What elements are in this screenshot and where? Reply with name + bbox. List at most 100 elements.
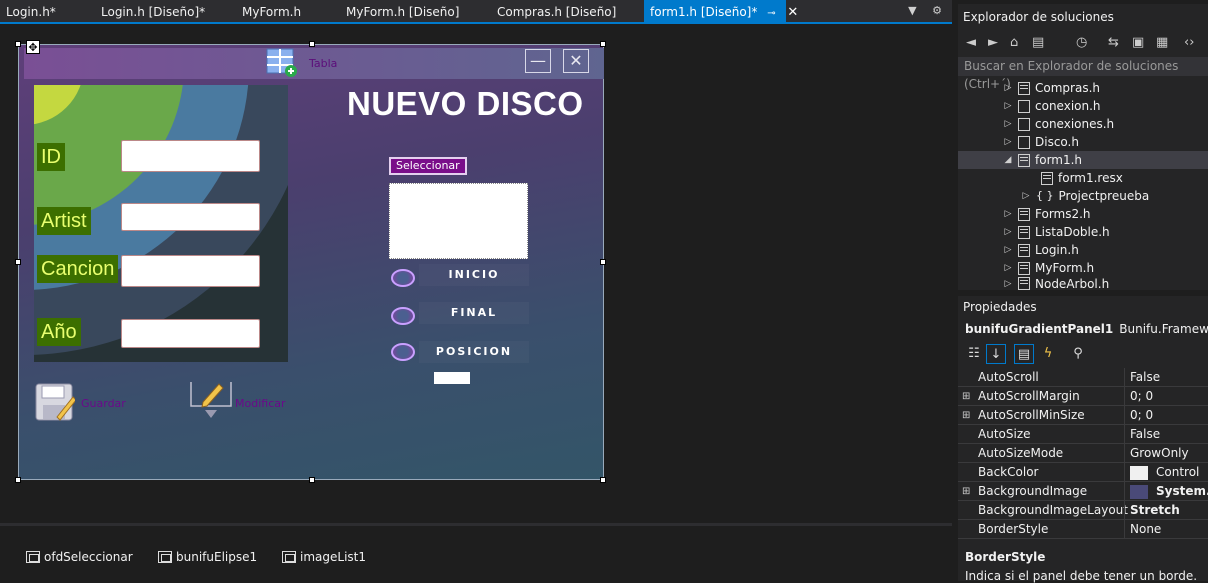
tree-item-nodearbol[interactable]: ▷ NodeArbol.h bbox=[1003, 277, 1109, 290]
tray-item-imagelist1[interactable]: imageList1 bbox=[282, 550, 366, 564]
property-pages-icon[interactable]: ⚲ bbox=[1068, 344, 1088, 364]
tree-item-login[interactable]: ▷ Login.h bbox=[1003, 241, 1079, 259]
tree-item-compras[interactable]: ▷ Compras.h bbox=[1003, 79, 1100, 97]
edit-icon[interactable] bbox=[189, 380, 233, 422]
close-button[interactable]: ✕ bbox=[563, 49, 589, 73]
sync-icon[interactable]: ⇆ bbox=[1108, 35, 1119, 50]
expand-icon[interactable]: ▷ bbox=[1003, 259, 1013, 277]
categorized-icon[interactable]: ☷ bbox=[964, 344, 984, 364]
expand-icon[interactable]: ⊞ bbox=[962, 406, 972, 425]
property-row[interactable]: BorderStyle None bbox=[958, 520, 1208, 539]
expand-icon[interactable]: ▷ bbox=[1003, 115, 1013, 133]
expand-icon[interactable]: ▷ bbox=[1003, 277, 1013, 290]
form-design-panel[interactable]: Tabla — ✕ ID Artist Cancion Año NUEVO DI… bbox=[18, 44, 604, 480]
expand-icon[interactable]: ▷ bbox=[1003, 205, 1013, 223]
resize-handle[interactable] bbox=[15, 477, 21, 483]
property-value[interactable]: None bbox=[1130, 520, 1161, 539]
tree-item-forms2[interactable]: ▷ Forms2.h bbox=[1003, 205, 1091, 223]
property-row[interactable]: ⊞ AutoScrollMinSize 0; 0 bbox=[958, 406, 1208, 425]
ano-input[interactable] bbox=[121, 319, 260, 348]
resize-handle[interactable] bbox=[600, 41, 606, 47]
tray-item-bunifuelipse1[interactable]: bunifuElipse1 bbox=[158, 550, 257, 564]
property-value[interactable]: Stretch bbox=[1130, 501, 1180, 520]
cancion-input[interactable] bbox=[121, 255, 260, 287]
final-label[interactable]: FINAL bbox=[419, 302, 529, 324]
expand-icon[interactable]: ⊞ bbox=[962, 482, 972, 501]
property-value[interactable]: Control bbox=[1130, 463, 1199, 482]
seleccionar-button[interactable]: Seleccionar bbox=[389, 157, 467, 175]
save-icon[interactable] bbox=[35, 383, 75, 423]
expand-icon[interactable]: ▷ bbox=[1003, 79, 1013, 97]
tab-form1-design[interactable]: form1.h [Diseño]* ⊸ ✕ bbox=[644, 0, 798, 24]
property-value[interactable]: 0; 0 bbox=[1130, 387, 1153, 406]
close-tab-icon[interactable]: ✕ bbox=[787, 5, 798, 20]
property-value[interactable]: System.D bbox=[1130, 482, 1208, 501]
property-value[interactable]: False bbox=[1130, 368, 1160, 387]
tab-compras-design[interactable]: Compras.h [Diseño] bbox=[497, 0, 616, 24]
resize-handle[interactable] bbox=[15, 259, 21, 265]
move-handle-icon[interactable]: ✥ bbox=[26, 40, 40, 54]
property-value[interactable]: False bbox=[1130, 425, 1160, 444]
property-row[interactable]: ⊞ BackgroundImage System.D bbox=[958, 482, 1208, 501]
back-icon[interactable]: ◄ bbox=[966, 35, 976, 50]
property-row[interactable]: BackgroundImageLayout Stretch bbox=[958, 501, 1208, 520]
tree-item-conexiones[interactable]: ▷ conexiones.h bbox=[1003, 115, 1115, 133]
property-row[interactable]: AutoSize False bbox=[958, 425, 1208, 444]
inicio-label[interactable]: INICIO bbox=[419, 264, 529, 286]
tree-item-projectpreueba[interactable]: ▷ { } Projectpreueba bbox=[1021, 187, 1150, 205]
id-input[interactable] bbox=[121, 140, 260, 172]
expand-icon[interactable]: ⊞ bbox=[962, 387, 972, 406]
tree-item-form1-resx[interactable]: form1.resx bbox=[1041, 169, 1123, 187]
properties-object-selector[interactable]: bunifuGradientPanel1 Bunifu.Framework.UI. bbox=[965, 322, 1208, 336]
alphabetical-icon[interactable]: ↓ bbox=[986, 344, 1006, 364]
expand-icon[interactable]: ▷ bbox=[1021, 187, 1031, 205]
table-add-icon[interactable] bbox=[265, 47, 297, 77]
tab-myform-h[interactable]: MyForm.h bbox=[242, 0, 301, 24]
tab-login-h[interactable]: Login.h* bbox=[6, 0, 56, 24]
expand-icon[interactable]: ▷ bbox=[1003, 223, 1013, 241]
forward-icon[interactable]: ► bbox=[988, 35, 998, 50]
resize-handle[interactable] bbox=[309, 477, 315, 483]
properties-icon[interactable]: ▦ bbox=[1156, 35, 1168, 50]
tray-item-ofdseleccionar[interactable]: ofdSeleccionar bbox=[26, 550, 133, 564]
tab-tools[interactable]: ▼ ⚙ bbox=[908, 4, 948, 17]
expand-icon[interactable]: ▷ bbox=[1003, 97, 1013, 115]
resize-handle[interactable] bbox=[600, 259, 606, 265]
tree-item-conexion[interactable]: ▷ conexion.h bbox=[1003, 97, 1101, 115]
position-input[interactable] bbox=[434, 372, 470, 384]
property-row[interactable]: AutoScroll False bbox=[958, 368, 1208, 387]
switch-views-icon[interactable]: ▤ bbox=[1032, 35, 1044, 50]
guardar-label[interactable]: Guardar bbox=[81, 397, 126, 410]
property-value[interactable]: GrowOnly bbox=[1130, 444, 1189, 463]
image-preview-box[interactable] bbox=[389, 183, 528, 259]
property-row[interactable]: AutoSizeMode GrowOnly bbox=[958, 444, 1208, 463]
posicion-radio[interactable] bbox=[391, 343, 415, 361]
history-icon[interactable]: ◷ bbox=[1076, 35, 1087, 50]
tree-item-disco[interactable]: ▷ Disco.h bbox=[1003, 133, 1079, 151]
posicion-label[interactable]: POSICION bbox=[419, 341, 529, 363]
modificar-label[interactable]: Modificar bbox=[235, 397, 286, 410]
properties-icon[interactable]: ▤ bbox=[1014, 344, 1034, 364]
property-value[interactable]: 0; 0 bbox=[1130, 406, 1153, 425]
tabla-label[interactable]: Tabla bbox=[309, 57, 337, 70]
minimize-button[interactable]: — bbox=[525, 49, 551, 73]
events-icon[interactable]: ϟ bbox=[1038, 344, 1058, 364]
tree-item-myform[interactable]: ▷ MyForm.h bbox=[1003, 259, 1095, 277]
tab-login-design[interactable]: Login.h [Diseño]* bbox=[101, 0, 205, 24]
collapse-icon[interactable]: ◢ bbox=[1003, 151, 1013, 169]
pin-icon[interactable]: ⊸ bbox=[767, 8, 775, 19]
artist-input[interactable] bbox=[121, 203, 260, 231]
tree-item-listadoble[interactable]: ▷ ListaDoble.h bbox=[1003, 223, 1110, 241]
property-row[interactable]: BackColor Control bbox=[958, 463, 1208, 482]
inicio-radio[interactable] bbox=[391, 269, 415, 287]
solution-search-input[interactable]: Buscar en Explorador de soluciones (Ctrl… bbox=[958, 57, 1208, 91]
tree-item-form1[interactable]: ◢ form1.h bbox=[958, 151, 1208, 169]
resize-handle[interactable] bbox=[309, 41, 315, 47]
tab-myform-design[interactable]: MyForm.h [Diseño] bbox=[346, 0, 459, 24]
property-row[interactable]: ⊞ AutoScrollMargin 0; 0 bbox=[958, 387, 1208, 406]
resize-handle[interactable] bbox=[15, 41, 21, 47]
code-icon[interactable]: ‹› bbox=[1184, 35, 1194, 50]
collapse-icon[interactable]: ▣ bbox=[1132, 35, 1144, 50]
expand-icon[interactable]: ▷ bbox=[1003, 241, 1013, 259]
expand-icon[interactable]: ▷ bbox=[1003, 133, 1013, 151]
